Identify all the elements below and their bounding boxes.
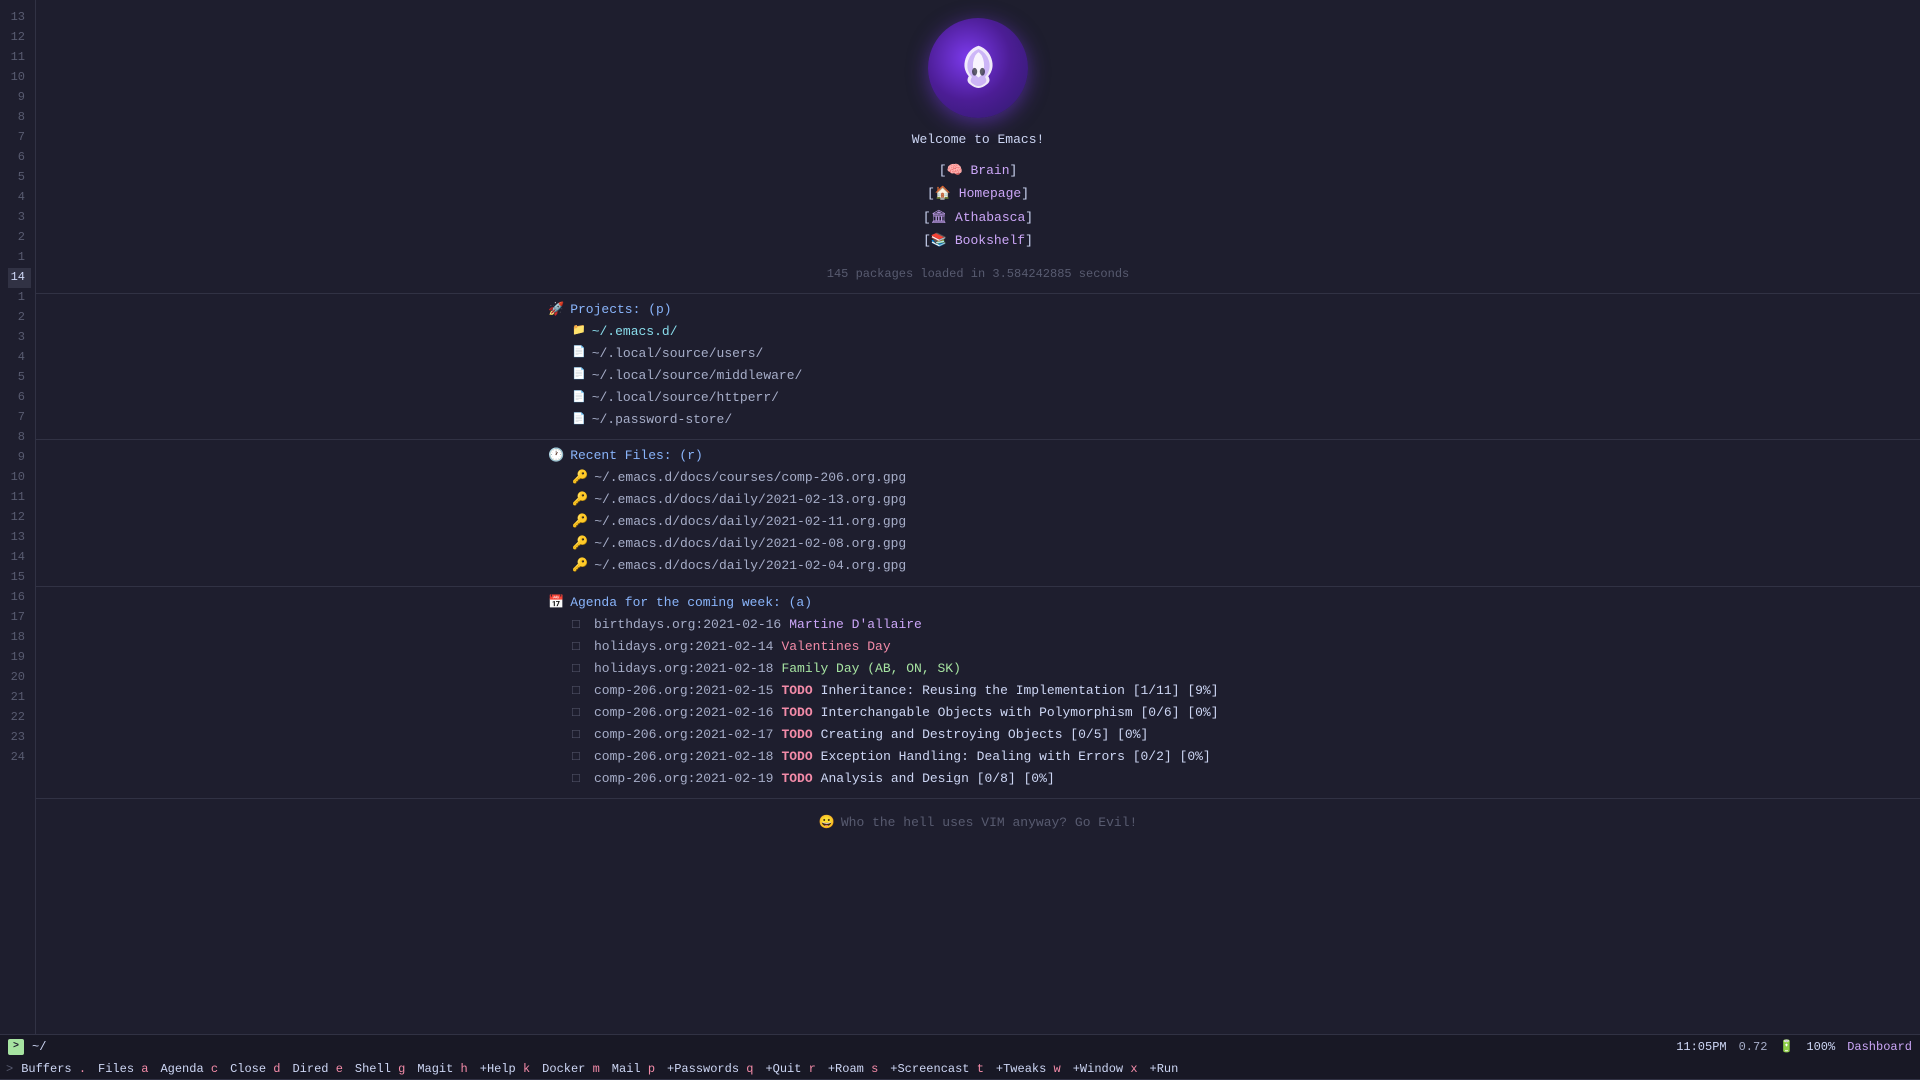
menu-bar: > Buffers . Files a Agenda c Close d Dir… [0,1058,1920,1080]
content-area: Welcome to Emacs! [🧠 Brain] [🏠 Homepage]… [36,0,1920,1034]
menu-passwords[interactable]: +Passwords q [661,1060,759,1078]
agenda-item-todo-5[interactable]: □ comp-206.org:2021-02-19 TODO Analysis … [572,768,1408,790]
projects-section: 🚀 Projects: (p) 📁 ~/.emacs.d/ 📄 ~/.local… [528,302,1428,431]
status-path: ~/ [32,1040,46,1054]
recent-files-header: 🕐 Recent Files: (r) [548,448,1408,463]
agenda-header: 📅 Agenda for the coming week: (a) [548,595,1408,610]
recent-files-section: 🕐 Recent Files: (r) 🔑 ~/.emacs.d/docs/co… [528,448,1428,577]
nav-link-brain[interactable]: [🧠 Brain] [923,159,1033,182]
key-icon: 🔑 [572,533,588,555]
recent-file-item[interactable]: 🔑 ~/.emacs.d/docs/daily/2021-02-13.org.g… [572,489,1408,511]
evil-icon: 😀 [819,815,835,830]
calendar-icon: 📅 [548,595,564,610]
agenda-item-birthday[interactable]: □ birthdays.org:2021-02-16 Martine D'all… [572,614,1408,636]
menu-tweaks[interactable]: +Tweaks w [990,1060,1067,1078]
status-left: > ~/ [8,1039,46,1055]
menu-buffers[interactable]: Buffers . [15,1060,92,1078]
nav-link-athabasca[interactable]: [🏛 Athabasca] [923,206,1033,229]
file-icon: 📄 [572,366,586,385]
menu-close[interactable]: Close d [224,1060,286,1078]
status-bar: > ~/ 11:05PM 0.72 🔋 100% Dashboard [0,1034,1920,1058]
doc-icon: □ [572,768,586,790]
emacs-logo-circle [928,18,1028,118]
nav-link-homepage[interactable]: [🏠 Homepage] [923,182,1033,205]
menu-run[interactable]: +Run [1144,1060,1185,1078]
welcome-text: Welcome to Emacs! [912,132,1045,147]
doc-icon: □ [572,746,586,768]
menu-magit[interactable]: Magit h [411,1060,473,1078]
projects-header: 🚀 Projects: (p) [548,302,1408,317]
menu-arrow: > [4,1062,15,1076]
menu-help[interactable]: +Help k [474,1060,536,1078]
file-icon: 📄 [572,389,586,408]
emacs-logo-svg [946,36,1011,101]
doc-icon: □ [572,702,586,724]
divider-4 [36,798,1920,799]
menu-quit[interactable]: +Quit r [759,1060,821,1078]
recent-file-item[interactable]: 🔑 ~/.emacs.d/docs/daily/2021-02-11.org.g… [572,511,1408,533]
key-icon: 🔑 [572,511,588,533]
menu-window[interactable]: +Window x [1067,1060,1144,1078]
agenda-section: 📅 Agenda for the coming week: (a) □ birt… [528,595,1428,791]
doc-icon: □ [572,614,586,636]
recent-file-item[interactable]: 🔑 ~/.emacs.d/docs/daily/2021-02-08.org.g… [572,533,1408,555]
status-load: 0.72 [1739,1040,1768,1054]
key-icon: 🔑 [572,489,588,511]
recent-file-item[interactable]: 🔑 ~/.emacs.d/docs/daily/2021-02-04.org.g… [572,555,1408,577]
file-icon: 📄 [572,344,586,363]
doc-icon: □ [572,680,586,702]
rocket-icon: 🚀 [548,302,564,317]
folder-icon: 📁 [572,322,586,341]
recent-file-item[interactable]: 🔑 ~/.emacs.d/docs/courses/comp-206.org.g… [572,467,1408,489]
menu-agenda[interactable]: Agenda c [154,1060,224,1078]
agenda-item-holiday[interactable]: □ holidays.org:2021-02-14 Valentines Day [572,636,1408,658]
agenda-item-todo-3[interactable]: □ comp-206.org:2021-02-17 TODO Creating … [572,724,1408,746]
key-icon: 🔑 [572,467,588,489]
projects-list: 📁 ~/.emacs.d/ 📄 ~/.local/source/users/ 📄… [548,321,1408,431]
menu-screencast[interactable]: +Screencast t [884,1060,990,1078]
menu-mail[interactable]: Mail p [606,1060,661,1078]
divider-3 [36,586,1920,587]
menu-shell[interactable]: Shell g [349,1060,411,1078]
project-item[interactable]: 📄 ~/.password-store/ [572,409,1408,431]
evil-text: 😀 Who the hell uses VIM anyway? Go Evil! [819,815,1138,830]
agenda-item-todo-4[interactable]: □ comp-206.org:2021-02-18 TODO Exception… [572,746,1408,768]
divider-1 [36,293,1920,294]
agenda-item-todo-2[interactable]: □ comp-206.org:2021-02-16 TODO Interchan… [572,702,1408,724]
status-time: 11:05PM [1676,1040,1726,1054]
clock-icon: 🕐 [548,448,564,463]
file-icon: 📄 [572,411,586,430]
doc-icon: □ [572,636,586,658]
divider-2 [36,439,1920,440]
doc-icon: □ [572,658,586,680]
recent-files-list: 🔑 ~/.emacs.d/docs/courses/comp-206.org.g… [548,467,1408,577]
menu-dired[interactable]: Dired e [286,1060,348,1078]
nav-link-bookshelf[interactable]: [📚 Bookshelf] [923,229,1033,252]
menu-docker[interactable]: Docker m [536,1060,606,1078]
line-numbers: 13 12 11 10 9 8 7 6 5 4 3 2 1 14 1 2 3 4… [0,0,36,1034]
emacs-logo [928,18,1028,118]
status-indicator: > [8,1039,24,1055]
menu-files[interactable]: Files a [92,1060,154,1078]
agenda-list: □ birthdays.org:2021-02-16 Martine D'all… [548,614,1408,791]
nav-links: [🧠 Brain] [🏠 Homepage] [🏛 Athabasca] [📚 … [923,159,1033,253]
battery-percent: 100% [1806,1040,1835,1054]
project-item[interactable]: 📄 ~/.local/source/httperr/ [572,387,1408,409]
menu-roam[interactable]: +Roam s [822,1060,884,1078]
status-dashboard: Dashboard [1847,1040,1912,1054]
project-item[interactable]: 📁 ~/.emacs.d/ [572,321,1408,343]
status-right: 11:05PM 0.72 🔋 100% Dashboard [1676,1039,1912,1054]
battery-icon: 🔋 [1779,1039,1794,1054]
key-icon: 🔑 [572,555,588,577]
packages-loaded-text: 145 packages loaded in 3.584242885 secon… [827,267,1129,281]
project-item[interactable]: 📄 ~/.local/source/middleware/ [572,365,1408,387]
agenda-item-holiday-green[interactable]: □ holidays.org:2021-02-18 Family Day (AB… [572,658,1408,680]
doc-icon: □ [572,724,586,746]
agenda-item-todo-1[interactable]: □ comp-206.org:2021-02-15 TODO Inheritan… [572,680,1408,702]
project-item[interactable]: 📄 ~/.local/source/users/ [572,343,1408,365]
